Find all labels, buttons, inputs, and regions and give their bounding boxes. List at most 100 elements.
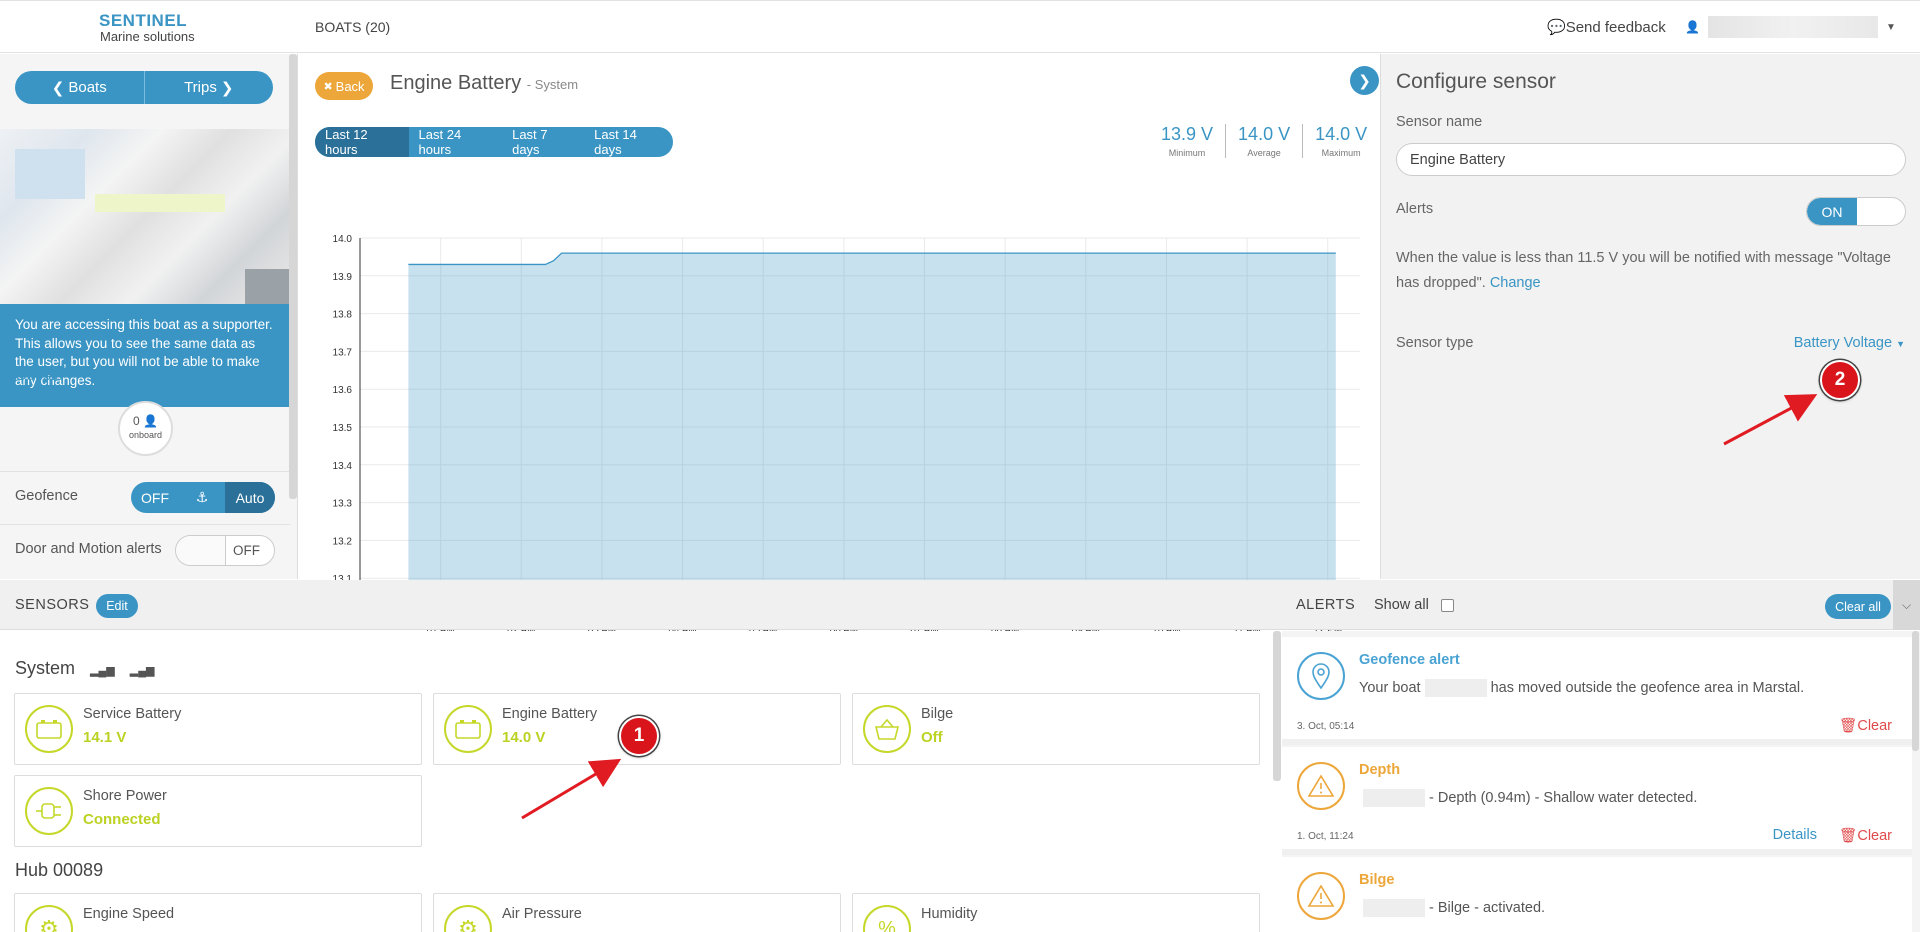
sensor-value: Off xyxy=(921,729,943,746)
divider xyxy=(0,471,290,472)
chevron-left-icon: ❮ xyxy=(51,79,65,97)
logo[interactable]: SENTINEL Marine solutions xyxy=(99,11,195,44)
alert-item[interactable]: Bilge - Bilge - activated. xyxy=(1282,857,1912,932)
alerts-list: Geofence alert Your boat has moved outsid… xyxy=(1282,631,1920,932)
caret-down-icon: ▼ xyxy=(1896,339,1905,349)
stat-maximum-label: Maximum xyxy=(1321,148,1361,158)
alert-message-pre: Your boat xyxy=(1359,679,1421,696)
alerts-title: ALERTS xyxy=(1296,597,1356,613)
door-motion-toggle[interactable]: OFF xyxy=(175,535,275,566)
y-tick-label: 13.3 xyxy=(333,499,353,510)
chevron-right-icon: ❯ xyxy=(1358,72,1371,90)
signal-icon: ▂▄▆ xyxy=(129,665,155,677)
sensor-type-dropdown[interactable]: Battery Voltage ▼ xyxy=(1794,335,1905,351)
sensor-card[interactable]: % Humidity xyxy=(852,893,1260,932)
collapse-alerts-button[interactable]: ⌵ xyxy=(1893,580,1920,630)
alert-item[interactable]: Geofence alert Your boat has moved outsid… xyxy=(1282,637,1912,745)
boat-name-redacted xyxy=(1363,899,1425,917)
range-7d[interactable]: Last 7 days xyxy=(502,127,584,157)
sensor-card[interactable]: ⚙ Air Pressure xyxy=(433,893,841,932)
alert-title: Geofence alert xyxy=(1359,652,1460,668)
configure-sensor-panel: Configure sensor Sensor name Alerts ON W… xyxy=(1380,54,1920,579)
divider xyxy=(0,524,290,525)
feedback-label: Send feedback xyxy=(1565,19,1666,36)
range-14d[interactable]: Last 14 days xyxy=(584,127,673,157)
group-title-hub: Hub 00089 xyxy=(15,860,104,880)
stat-average-label: Average xyxy=(1247,148,1281,158)
stat-average-value: 14.0 V xyxy=(1238,124,1291,144)
edit-sensors-button[interactable]: Edit xyxy=(96,594,138,618)
warning-icon xyxy=(1297,762,1345,810)
alert-date: 3. Oct, 05:14 xyxy=(1297,721,1355,732)
alerts-header: ALERTS Show all Clear all ⌵ xyxy=(1285,580,1920,630)
chevron-down-icon: ⌵ xyxy=(1901,597,1912,612)
boat-sidebar: ❮ Boats Trips ❯ You are accessing this boa… xyxy=(0,54,298,579)
warning-icon xyxy=(1297,872,1345,920)
alerts-scrollbar[interactable] xyxy=(1912,631,1919,751)
guests-onboard-label: onboard xyxy=(128,430,163,440)
user-menu[interactable]: 👤 ▼ xyxy=(1685,16,1896,38)
sensor-name: Engine Battery xyxy=(502,706,598,722)
boats-nav-link[interactable]: BOATS (20) xyxy=(315,19,390,35)
sensor-title: Engine Battery xyxy=(390,72,522,94)
sensor-card[interactable]: Service Battery 14.1 V xyxy=(14,693,422,765)
voltage-chart[interactable]: 13.013.113.213.313.413.513.613.713.813.9… xyxy=(300,172,1380,642)
y-tick-label: 14.0 xyxy=(333,234,353,245)
stat-minimum-label: Minimum xyxy=(1168,148,1206,158)
stat-maximum: 14.0 V Maximum xyxy=(1302,124,1379,158)
door-motion-label: Door and Motion alerts xyxy=(15,541,162,557)
alert-details-link[interactable]: Details xyxy=(1773,827,1817,843)
guests-counter[interactable]: 0 👤 onboard xyxy=(118,401,173,456)
collapse-panel-button[interactable]: ❯ xyxy=(1350,66,1379,95)
y-tick-label: 13.4 xyxy=(333,461,353,472)
user-icon: 👤 xyxy=(1685,20,1700,34)
sensor-card[interactable]: Bilge Off xyxy=(852,693,1260,765)
sensor-card[interactable]: ⚙ Engine Speed xyxy=(14,893,422,932)
guests-title[interactable]: Guests xyxy=(15,367,63,384)
sidebar-scrollbar[interactable] xyxy=(289,54,297,499)
plug-icon xyxy=(25,787,73,835)
clear-label: Clear xyxy=(1857,828,1892,844)
alerts-toggle[interactable]: ON xyxy=(1806,197,1906,226)
sensor-name: Engine Speed xyxy=(83,906,175,922)
sensors-header: SENSORS Edit xyxy=(0,580,1285,630)
stats-summary: 13.9 V Minimum 14.0 V Average 14.0 V Max… xyxy=(1149,124,1379,158)
trips-button[interactable]: Trips ❯ xyxy=(145,71,274,104)
stat-maximum-value: 14.0 V xyxy=(1315,124,1368,144)
alert-rule-text: When the value is less than 11.5 V you w… xyxy=(1396,250,1891,291)
alert-message: - Depth (0.94m) - Shallow water detected… xyxy=(1359,789,1697,807)
sensor-name-input[interactable] xyxy=(1396,143,1906,176)
boats-button[interactable]: ❮ Boats xyxy=(15,71,145,104)
y-tick-label: 13.6 xyxy=(333,385,353,396)
sensors-scrollbar[interactable] xyxy=(1273,631,1281,781)
geofence-toggle[interactable]: OFF ⚓ Auto xyxy=(131,482,275,513)
range-12h[interactable]: Last 12 hours xyxy=(315,127,409,157)
show-all-label: Show all xyxy=(1374,597,1429,613)
range-24h[interactable]: Last 24 hours xyxy=(409,127,503,157)
signal-icon: ▂▄▆ xyxy=(90,665,115,677)
show-all-checkbox[interactable] xyxy=(1441,599,1454,612)
clear-alert-button[interactable]: 🗑Clear xyxy=(1839,827,1892,844)
battery-icon xyxy=(444,705,492,753)
geofence-label: Geofence xyxy=(15,488,78,504)
send-feedback-link[interactable]: 💬Send feedback xyxy=(1547,18,1666,36)
clear-alert-button[interactable]: 🗑Clear xyxy=(1839,717,1892,734)
change-alert-link[interactable]: Change xyxy=(1490,275,1541,291)
supporter-notice: You are accessing this boat as a support… xyxy=(0,304,290,407)
back-button[interactable]: ✖ Back xyxy=(315,72,373,100)
chart-title: Engine Battery - System xyxy=(390,72,578,95)
humidity-icon: % xyxy=(863,905,911,932)
sensor-type-value: Battery Voltage xyxy=(1793,335,1893,351)
alert-item[interactable]: Depth - Depth (0.94m) - Shallow water de… xyxy=(1282,747,1912,855)
geofence-off-option[interactable]: OFF xyxy=(131,482,179,513)
alert-message-post: - Depth (0.94m) - Shallow water detected… xyxy=(1429,789,1698,806)
sensor-name: Humidity xyxy=(921,906,978,922)
series-area xyxy=(408,253,1336,616)
trash-icon: 🗑 xyxy=(1838,718,1858,734)
trips-button-label: Trips xyxy=(184,79,217,96)
geofence-auto-option[interactable]: Auto xyxy=(225,482,275,513)
clear-label: Clear xyxy=(1857,718,1892,734)
clear-all-button[interactable]: Clear all xyxy=(1825,594,1891,619)
sensor-card[interactable]: Shore Power Connected xyxy=(14,775,422,847)
caret-down-icon: ▼ xyxy=(1885,21,1896,33)
